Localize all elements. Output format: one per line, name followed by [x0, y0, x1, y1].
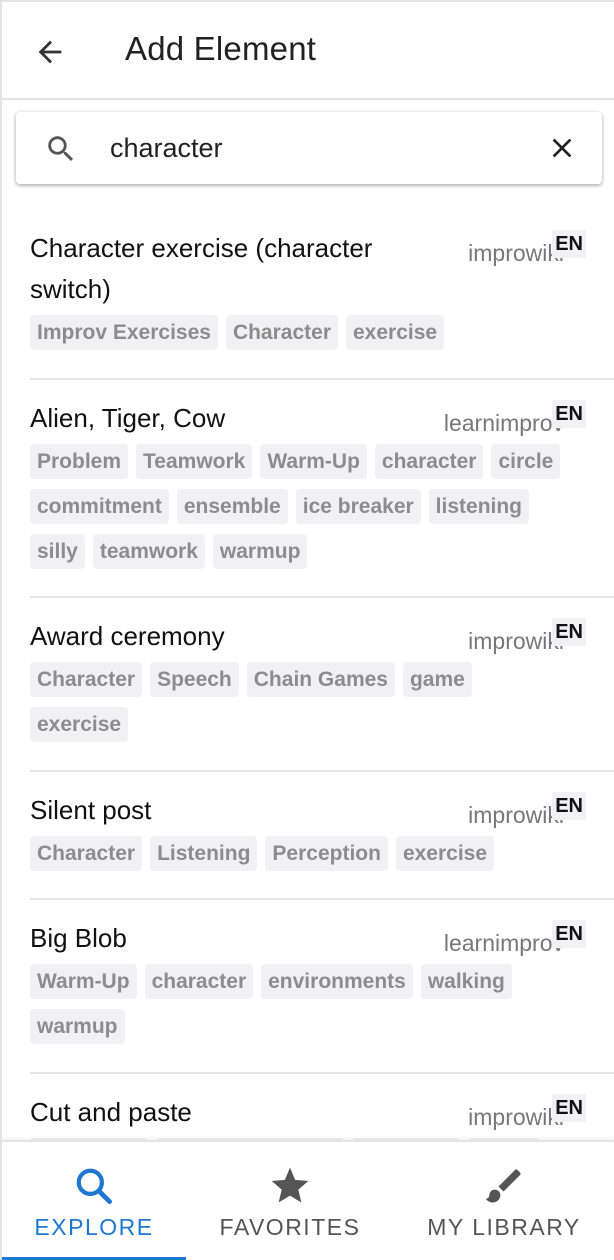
tag: environments [261, 964, 413, 999]
tag-list: Problem Teamwork Warm-Up character circl… [30, 444, 570, 569]
tag: exercise [30, 707, 129, 742]
nav-explore-label: EXPLORE [34, 1214, 154, 1240]
language-badge: EN [552, 400, 586, 428]
tag: Teamwork [136, 444, 253, 479]
brush-icon [482, 1164, 526, 1208]
star-icon [268, 1164, 312, 1208]
search-icon [72, 1164, 116, 1208]
list-item[interactable]: Award ceremony improwiki EN Character Sp… [30, 598, 614, 772]
element-name: Big Blob [30, 923, 127, 953]
tag: warmup [212, 534, 308, 569]
element-name: Character exercise (character switch) [30, 233, 373, 304]
tag-list: Warm-Up character environments walking w… [30, 964, 570, 1044]
bottom-navigation: EXPLORE FAVORITES MY LIBRARY [2, 1140, 614, 1260]
language-badge: EN [552, 920, 586, 948]
tag: Character [225, 315, 338, 350]
tag: Chain Games [246, 662, 395, 697]
element-name: Cut and paste [30, 1097, 192, 1127]
search-input[interactable] [110, 126, 530, 170]
tag: character [374, 444, 484, 479]
results-list: Character exercise (character switch) im… [2, 198, 614, 1142]
element-source: learnimprov [443, 930, 564, 956]
language-badge: EN [552, 618, 586, 646]
element-name: Award ceremony [30, 621, 225, 651]
element-source: improwiki [468, 802, 564, 828]
list-item[interactable]: Character exercise (character switch) im… [30, 198, 614, 380]
element-source: learnimprov [443, 410, 564, 436]
tag: game [402, 662, 472, 697]
tag: Character [30, 662, 143, 697]
tag: Problem [30, 444, 129, 479]
tag: circle [491, 444, 561, 479]
element-source: improwiki [468, 240, 564, 266]
nav-my-library-label: MY LIBRARY [427, 1214, 581, 1240]
clear-search-button[interactable] [544, 130, 580, 166]
element-name: Alien, Tiger, Cow [30, 403, 226, 433]
back-button[interactable] [30, 32, 70, 72]
language-badge: EN [552, 1094, 586, 1122]
tag-list: Character Listening Perception exercise [30, 836, 570, 871]
tag: listening [428, 489, 530, 524]
tag: Warm-Up [260, 444, 367, 479]
tag-list: Character Speech Chain Games game exerci… [30, 662, 570, 742]
app-header: Add Element [2, 2, 614, 100]
element-source: improwiki [468, 628, 564, 654]
tag: exercise [395, 836, 495, 871]
tag: Perception [265, 836, 388, 871]
tag: warmup [30, 1009, 125, 1044]
tag: Warm-Up [30, 964, 137, 999]
app: Add Element Character exercise (characte… [0, 0, 614, 1260]
tag: Improv Exercises [30, 315, 218, 350]
element-name: Silent post [30, 795, 152, 825]
list-item[interactable]: Big Blob learnimprov EN Warm-Up characte… [30, 900, 614, 1074]
nav-my-library[interactable]: MY LIBRARY [412, 1142, 596, 1260]
list-item[interactable]: Alien, Tiger, Cow learnimprov EN Problem… [30, 380, 614, 598]
nav-favorites[interactable]: FAVORITES [198, 1142, 382, 1260]
page-title: Add Element [125, 30, 317, 67]
language-badge: EN [552, 230, 586, 258]
tag: character [144, 964, 254, 999]
tag-list: Improv Exercises Character exercise [30, 315, 570, 350]
element-source: improwiki [468, 1104, 564, 1130]
tag: Listening [150, 836, 258, 871]
tag: teamwork [92, 534, 205, 569]
list-item[interactable]: Cut and paste improwiki EN [30, 1074, 614, 1142]
tag: ice breaker [295, 489, 421, 524]
search-icon [48, 136, 74, 162]
tag: Speech [150, 662, 239, 697]
tag: exercise [346, 315, 445, 350]
tag: ensemble [176, 489, 288, 524]
close-icon [552, 138, 572, 158]
arrow-back-icon [38, 40, 62, 64]
tag: walking [420, 964, 512, 999]
tag: Character [30, 836, 143, 871]
search-bar [16, 112, 602, 184]
tag: silly [30, 534, 85, 569]
list-item[interactable]: Silent post improwiki EN Character Liste… [30, 772, 614, 900]
language-badge: EN [552, 792, 586, 820]
nav-explore[interactable]: EXPLORE [2, 1142, 186, 1260]
nav-favorites-label: FAVORITES [219, 1214, 361, 1240]
tag: commitment [30, 489, 169, 524]
